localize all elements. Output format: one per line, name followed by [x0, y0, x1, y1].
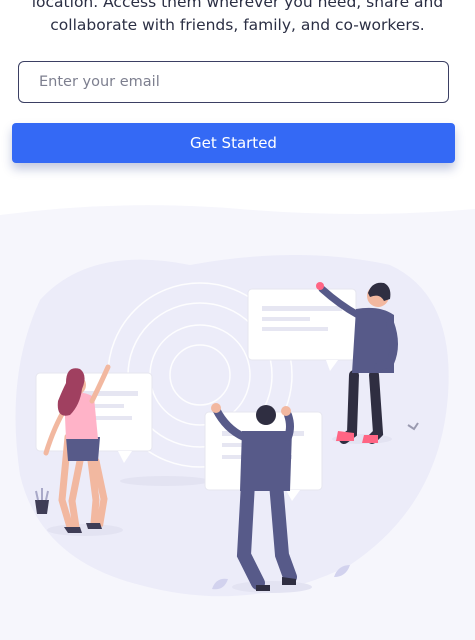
hero-description-line-1: location. Access them wherever you need,…: [31, 0, 444, 11]
hero-description: location. Access them wherever you need,…: [0, 0, 475, 37]
plant-pot: [35, 488, 49, 514]
collaboration-illustration: [0, 205, 475, 640]
hero-description-line-2: collaborate with friends, family, and co…: [50, 16, 425, 34]
email-input[interactable]: [18, 61, 449, 103]
get-started-button[interactable]: Get Started: [12, 123, 455, 163]
